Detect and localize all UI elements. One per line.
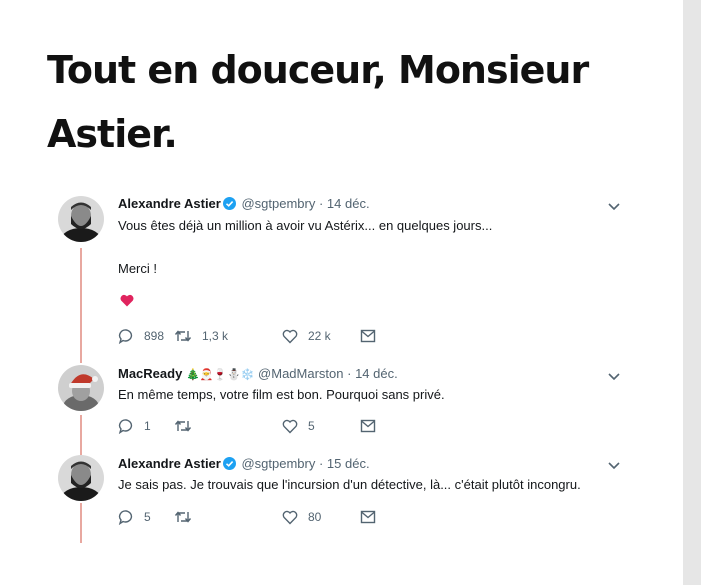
- santa-hat-avatar-icon: [58, 365, 104, 411]
- bearded-man-avatar-icon: [58, 196, 104, 242]
- like-count: 80: [308, 510, 322, 524]
- retweet-count: 1,3 k: [202, 329, 229, 343]
- retweet-icon: [174, 511, 192, 523]
- heart-icon: [282, 510, 298, 525]
- author-handle[interactable]: @sgtpembry: [241, 196, 315, 211]
- reply-count: 898: [144, 329, 165, 343]
- tweet[interactable]: Alexandre Astier @sgtpembry · 14 déc. Vo…: [0, 193, 683, 353]
- chevron-down-icon[interactable]: [606, 201, 622, 213]
- envelope-icon: [360, 510, 376, 524]
- like-count: 22 k: [308, 329, 331, 343]
- tweet-date[interactable]: · 14 déc.: [347, 366, 398, 381]
- retweet-button[interactable]: [174, 417, 202, 435]
- article-card: Tout en douceur, Monsieur Astier. Alexan…: [0, 0, 683, 585]
- reply-icon: [118, 510, 133, 525]
- envelope-icon: [360, 419, 376, 433]
- heart-icon: [282, 419, 298, 434]
- tweet-header: Alexandre Astier @sgtpembry · 15 déc.: [118, 456, 370, 471]
- verified-icon: [222, 457, 236, 470]
- article-headline: Tout en douceur, Monsieur Astier.: [47, 48, 589, 156]
- chevron-down-icon[interactable]: [606, 460, 622, 472]
- retweet-button[interactable]: 1,3 k: [174, 327, 228, 345]
- author-handle[interactable]: @sgtpembry: [241, 456, 315, 471]
- tweet-text-line: Vous êtes déjà un million à avoir vu Ast…: [118, 218, 493, 233]
- author-name[interactable]: MacReady: [118, 366, 182, 381]
- heart-emoji-icon: [120, 294, 134, 307]
- message-button[interactable]: [360, 417, 386, 435]
- chevron-down-icon[interactable]: [606, 371, 622, 383]
- tweet-header: MacReady 🎄🎅🍷⛄❄️ @MadMarston · 14 déc.: [118, 366, 398, 381]
- message-button[interactable]: [360, 327, 386, 345]
- tweet[interactable]: MacReady 🎄🎅🍷⛄❄️ @MadMarston · 14 déc. En…: [0, 362, 683, 442]
- message-button[interactable]: [360, 508, 386, 526]
- author-handle[interactable]: @MadMarston: [258, 366, 343, 381]
- tweet-actions: 1 5: [118, 417, 418, 435]
- author-name[interactable]: Alexandre Astier: [118, 456, 221, 471]
- reply-button[interactable]: 898: [118, 327, 164, 345]
- envelope-icon: [360, 329, 376, 343]
- reply-count: 1: [144, 419, 151, 433]
- tweet-text-line: Merci !: [118, 261, 157, 276]
- author-name[interactable]: Alexandre Astier: [118, 196, 221, 211]
- reply-icon: [118, 419, 133, 434]
- like-count: 5: [308, 419, 315, 433]
- reply-button[interactable]: 1: [118, 417, 151, 435]
- retweet-icon: [174, 330, 192, 342]
- tweet-text-line: En même temps, votre film est bon. Pourq…: [118, 387, 445, 402]
- like-button[interactable]: 80: [282, 508, 321, 526]
- reply-count: 5: [144, 510, 151, 524]
- verified-icon: [222, 197, 236, 210]
- avatar[interactable]: [58, 455, 104, 501]
- tweet-actions: 5 80: [118, 508, 418, 526]
- tweet-text-line: Je sais pas. Je trouvais que l'incursion…: [118, 477, 581, 492]
- reply-icon: [118, 329, 133, 344]
- tweet-date[interactable]: · 15 déc.: [319, 456, 370, 471]
- avatar[interactable]: [58, 196, 104, 242]
- retweet-icon: [174, 420, 192, 432]
- author-emoji: 🎄🎅🍷⛄❄️: [185, 369, 255, 381]
- retweet-button[interactable]: [174, 508, 202, 526]
- like-button[interactable]: 5: [282, 417, 315, 435]
- tweet[interactable]: Alexandre Astier @sgtpembry · 15 déc. Je…: [0, 452, 683, 532]
- reply-button[interactable]: 5: [118, 508, 151, 526]
- bearded-man-avatar-icon: [58, 455, 104, 501]
- heart-icon: [282, 329, 298, 344]
- like-button[interactable]: 22 k: [282, 327, 331, 345]
- tweet-date[interactable]: · 14 déc.: [319, 196, 370, 211]
- tweet-actions: 898 1,3 k 22 k: [118, 327, 418, 345]
- tweet-header: Alexandre Astier @sgtpembry · 14 déc.: [118, 196, 370, 211]
- avatar[interactable]: [58, 365, 104, 411]
